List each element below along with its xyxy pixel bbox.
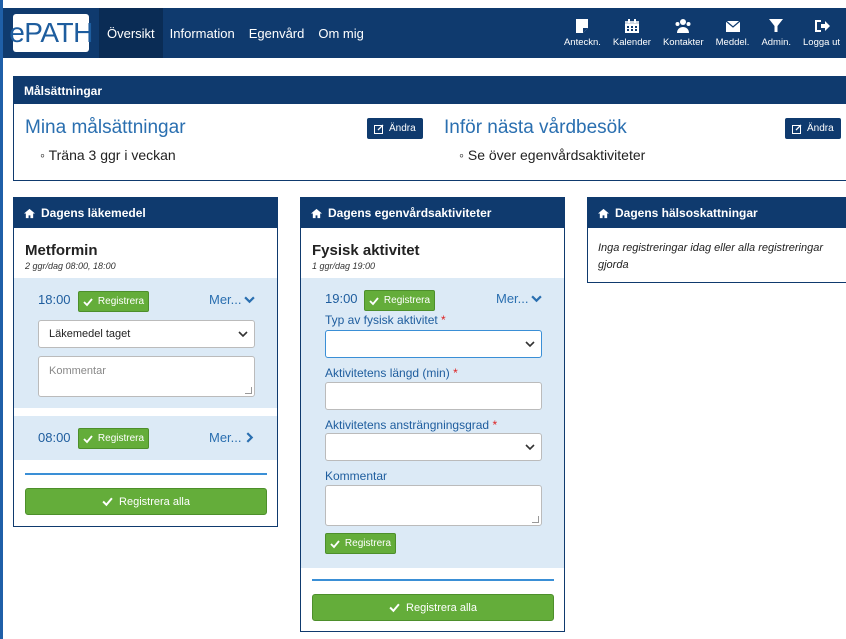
register-all-medicine-button[interactable]: Registrera alla: [25, 488, 267, 515]
health-header: Dagens hälsoskattningar: [588, 198, 846, 228]
nav-egenvard[interactable]: Egenvård: [242, 8, 312, 58]
top-navbar: ePATH Översikt Information Egenvård Om m…: [3, 8, 846, 58]
medicine-name: Metformin: [25, 242, 98, 259]
activity-length-label: Aktivitetens längd (min) *: [325, 366, 458, 380]
epath-logo[interactable]: ePATH: [9, 14, 93, 52]
my-goals-title: Mina målsättningar: [25, 117, 186, 138]
chevron-down-icon: [243, 296, 255, 304]
check-icon: [330, 539, 340, 548]
home-icon: [598, 208, 609, 218]
nav-logga-ut[interactable]: Logga ut: [797, 8, 846, 58]
nav-kontakter-label: Kontakter: [662, 37, 704, 48]
calendar-icon: [624, 19, 639, 33]
medicine-comment-textarea[interactable]: Kommentar: [38, 356, 255, 397]
nav-admin[interactable]: Admin.: [755, 8, 797, 58]
selfcare-slot-1900: 19:00 Registrera Mer... Typ av fysisk ak…: [301, 278, 564, 568]
window-frame: [0, 0, 3, 639]
chevron-down-icon: [238, 331, 248, 338]
more-link-0800[interactable]: Mer...: [209, 430, 255, 445]
nav-admin-label: Admin.: [761, 37, 792, 48]
contacts-icon: [675, 19, 691, 33]
medicine-header: Dagens läkemedel: [14, 198, 277, 228]
nav-meddel[interactable]: Meddel.: [710, 8, 756, 58]
medicine-slot-1800: 18:00 Registrera Mer... Läkemedel taget …: [14, 278, 277, 408]
nav-kalender[interactable]: Kalender: [607, 8, 657, 58]
chevron-down-icon: [530, 295, 542, 303]
nav-kalender-label: Kalender: [612, 37, 651, 48]
selfcare-name: Fysisk aktivitet: [312, 242, 420, 259]
health-empty-text: Inga registreringar idag eller alla regi…: [598, 242, 824, 271]
next-visit-item: ◦ Se över egenvårdsaktiviteter: [459, 147, 646, 163]
medicine-card: Dagens läkemedel Metformin 2 ggr/dag 08:…: [13, 197, 278, 527]
slot-time: 18:00: [38, 292, 71, 307]
nav-kontakter[interactable]: Kontakter: [657, 8, 710, 58]
next-visit-title: Inför nästa vårdbesök: [444, 117, 627, 138]
selfcare-card: Dagens egenvårdsaktiviteter Fysisk aktiv…: [300, 197, 565, 632]
more-link-1900[interactable]: Mer...: [496, 291, 542, 306]
slot-time: 08:00: [38, 430, 71, 445]
nav-anteckn[interactable]: Anteckn.: [558, 8, 607, 58]
edit-my-goals-button[interactable]: Ändra: [367, 118, 423, 139]
my-goals-item: ◦ Träna 3 ggr i veckan: [40, 147, 176, 163]
medicine-slot-0800: 08:00 Registrera Mer...: [14, 416, 277, 460]
check-icon: [102, 497, 113, 507]
health-card: Dagens hälsoskattningar Inga registrerin…: [587, 197, 846, 283]
divider: [312, 579, 554, 581]
register-button-0800[interactable]: Registrera: [78, 428, 149, 449]
edit-icon: [792, 124, 802, 134]
chevron-down-icon: [525, 341, 535, 348]
chevron-down-icon: [525, 444, 535, 451]
selfcare-header: Dagens egenvårdsaktiviteter: [301, 198, 564, 228]
divider: [25, 473, 267, 475]
slot-time: 19:00: [325, 291, 358, 306]
edit-next-visit-button[interactable]: Ändra: [785, 118, 841, 139]
medicine-schedule: 2 ggr/dag 08:00, 18:00: [25, 261, 116, 271]
register-button-1800[interactable]: Registrera: [78, 291, 149, 312]
check-icon: [369, 296, 379, 305]
register-button-selfcare[interactable]: Registrera: [325, 533, 396, 554]
envelope-icon: [725, 20, 740, 32]
selfcare-schedule: 1 ggr/dag 19:00: [312, 261, 376, 271]
funnel-icon: [769, 19, 784, 32]
activity-intensity-label: Aktivitetens ansträngningsgrad *: [325, 418, 498, 432]
home-icon: [311, 208, 322, 218]
check-icon: [389, 603, 400, 613]
edit-icon: [374, 124, 384, 134]
register-all-selfcare-button[interactable]: Registrera alla: [312, 594, 554, 621]
nav-information[interactable]: Information: [163, 8, 242, 58]
more-link-1800[interactable]: Mer...: [209, 292, 255, 307]
activity-length-input[interactable]: [325, 382, 542, 410]
nav-meddel-label: Meddel.: [715, 37, 750, 48]
home-icon: [24, 208, 35, 218]
medicine-status-select[interactable]: Läkemedel taget: [38, 320, 255, 348]
goals-header: Målsättningar: [14, 77, 846, 104]
note-icon: [576, 19, 589, 33]
register-button-1900[interactable]: Registrera: [364, 290, 435, 311]
chevron-right-icon: [246, 432, 253, 443]
check-icon: [83, 297, 93, 306]
activity-type-label: Typ av fysisk aktivitet *: [325, 313, 446, 327]
logout-icon: [814, 20, 830, 32]
activity-intensity-select[interactable]: [325, 433, 542, 461]
nav-om-mig[interactable]: Om mig: [311, 8, 371, 58]
goals-panel: Målsättningar Mina målsättningar ◦ Träna…: [13, 76, 846, 181]
nav-anteckn-label: Anteckn.: [563, 37, 601, 48]
activity-type-select[interactable]: [325, 330, 542, 358]
selfcare-comment-textarea[interactable]: [325, 485, 542, 526]
selfcare-comment-label: Kommentar: [325, 469, 388, 483]
nav-oversikt[interactable]: Översikt: [99, 8, 163, 58]
nav-logga-ut-label: Logga ut: [803, 37, 840, 48]
check-icon: [83, 434, 93, 443]
